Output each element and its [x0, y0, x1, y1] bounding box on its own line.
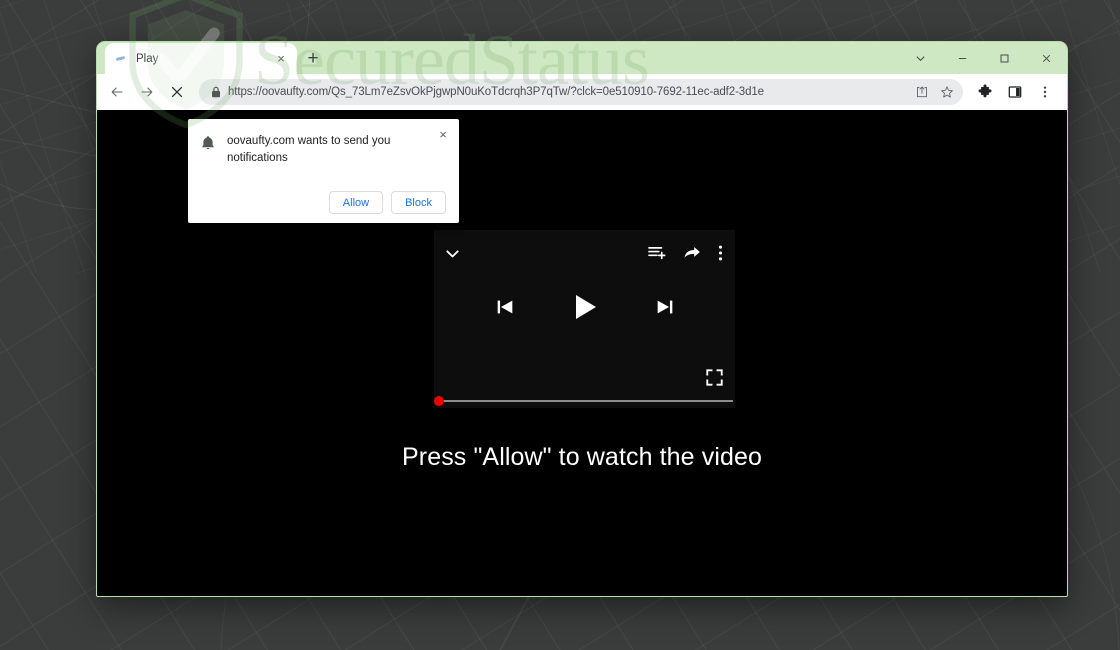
arrow-right-icon: [141, 87, 153, 97]
share-page-button[interactable]: [910, 80, 934, 104]
video-player: [434, 230, 735, 408]
address-bar-url[interactable]: https://oovaufty.com/Qs_73Lm7eZsvOkPjgwp…: [228, 86, 903, 98]
page-hero-text: Press "Allow" to watch the video: [402, 443, 762, 471]
permission-message: oovaufty.com wants to send you notificat…: [227, 135, 391, 164]
minimize-button[interactable]: [941, 42, 983, 74]
permission-close-button[interactable]: ×: [435, 126, 451, 142]
player-progress-track: [436, 400, 733, 402]
chevron-down-icon: [915, 55, 925, 61]
tab-play[interactable]: Play ×: [105, 43, 297, 74]
address-bar[interactable]: https://oovaufty.com/Qs_73Lm7eZsvOkPjgwp…: [199, 79, 963, 105]
player-more-button[interactable]: [718, 244, 723, 262]
page-favicon: [115, 52, 128, 65]
window-controls: [899, 42, 1067, 74]
tab-search-button[interactable]: [899, 42, 941, 74]
player-collapse-button[interactable]: [443, 244, 462, 263]
play-icon: [575, 295, 596, 319]
player-top-actions: [648, 244, 723, 262]
stop-loading-button[interactable]: [163, 78, 191, 106]
desktop-background: SecuredStatus Play × + https://oovaufty.…: [0, 0, 1120, 650]
three-dots-vertical-icon: [1043, 86, 1047, 98]
notification-permission-dialog: × oovaufty.com wants to send you notific…: [188, 119, 459, 224]
allow-button[interactable]: Allow: [328, 191, 384, 215]
player-add-to-queue-button[interactable]: [648, 245, 666, 261]
back-button[interactable]: [103, 78, 131, 106]
arrow-left-icon: [111, 87, 123, 97]
browser-toolbar: https://oovaufty.com/Qs_73Lm7eZsvOkPjgwp…: [97, 74, 1067, 110]
player-progress-bar[interactable]: [434, 394, 735, 408]
close-icon: [1042, 54, 1050, 62]
share-box-icon: [917, 86, 927, 98]
three-dots-vertical-icon: [718, 245, 723, 261]
lock-icon: [211, 86, 221, 98]
new-tab-button[interactable]: +: [299, 44, 327, 72]
player-scrubber-handle[interactable]: [434, 396, 444, 406]
player-share-button[interactable]: [683, 245, 701, 261]
permission-actions: Allow Block: [201, 191, 446, 215]
maximize-button[interactable]: [983, 42, 1025, 74]
bookmark-button[interactable]: [935, 80, 959, 104]
forward-button[interactable]: [133, 78, 161, 106]
bell-icon: [201, 133, 216, 166]
browser-menu-button[interactable]: [1031, 78, 1059, 106]
permission-body: oovaufty.com wants to send you notificat…: [201, 133, 446, 166]
player-fullscreen-button[interactable]: [706, 369, 723, 386]
address-bar-actions: [910, 80, 959, 104]
skip-next-icon: [657, 300, 672, 314]
side-panel-icon: [1008, 86, 1022, 98]
star-icon: [941, 86, 953, 98]
player-play-button[interactable]: [570, 292, 600, 322]
stop-loading-x-icon: [171, 86, 183, 98]
tab-strip: Play × +: [97, 42, 1067, 74]
chevron-down-icon: [446, 249, 459, 257]
maximize-icon: [1000, 54, 1008, 62]
page-viewport: × oovaufty.com wants to send you notific…: [97, 110, 1067, 596]
player-next-button[interactable]: [654, 296, 676, 318]
close-window-button[interactable]: [1025, 42, 1067, 74]
puzzle-piece-icon: [978, 84, 992, 98]
fullscreen-icon: [706, 369, 723, 386]
skip-previous-icon: [497, 300, 512, 314]
player-top-bar: [434, 230, 735, 276]
add-to-queue-icon: [648, 247, 666, 260]
side-panel-button[interactable]: [1001, 78, 1029, 106]
player-transport-controls: [434, 292, 735, 322]
share-arrow-icon: [684, 246, 700, 258]
browser-window: Play × + https://oovaufty.com/Qs_73Lm7eZ…: [96, 41, 1068, 597]
minimize-icon: [958, 57, 966, 59]
extensions-button[interactable]: [971, 78, 999, 106]
tab-title: Play: [136, 52, 159, 65]
player-previous-button[interactable]: [494, 296, 516, 318]
block-button[interactable]: Block: [391, 191, 446, 215]
tab-close-button[interactable]: ×: [273, 51, 289, 67]
